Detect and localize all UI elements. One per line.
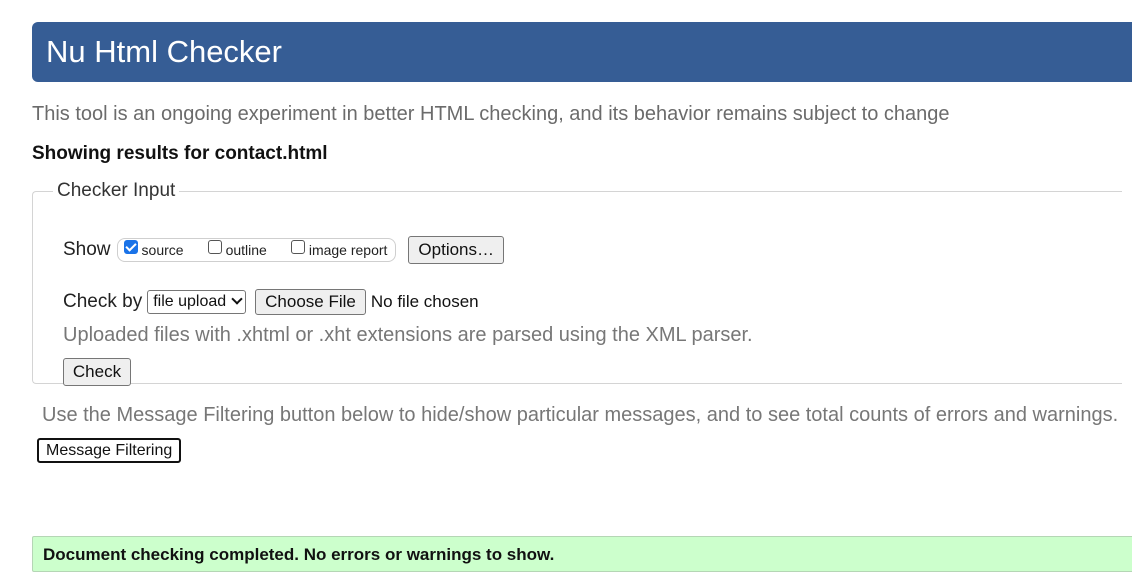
check-by-selected-value: file upload: [153, 293, 227, 310]
message-filtering-note: Use the Message Filtering button below t…: [42, 404, 1119, 426]
show-source-option[interactable]: source: [123, 240, 184, 258]
check-by-select[interactable]: file upload: [147, 290, 247, 314]
page-header: Nu Html Checker: [32, 22, 1132, 82]
image-report-checkbox-label: image report: [308, 242, 388, 258]
showing-results-heading: Showing results for contact.html: [32, 143, 328, 164]
checker-input-legend: Checker Input: [57, 180, 176, 201]
show-options-group: source outline image report: [116, 238, 397, 262]
show-outline-option[interactable]: outline: [207, 240, 267, 258]
page-title: Nu Html Checker: [46, 34, 282, 69]
image-report-checkbox[interactable]: [290, 240, 305, 254]
outline-checkbox-label: outline: [225, 242, 267, 258]
message-filtering-button[interactable]: Message Filtering: [37, 438, 182, 463]
upload-note: Uploaded files with .xhtml or .xht exten…: [63, 324, 753, 346]
show-row: Show source outline image report Options…: [63, 236, 505, 264]
result-success-banner: Document checking completed. No errors o…: [32, 536, 1132, 572]
chevron-down-icon: [231, 293, 243, 305]
options-button[interactable]: Options…: [408, 236, 505, 264]
show-label: Show: [63, 239, 111, 260]
file-status-text: No file chosen: [370, 292, 479, 311]
source-checkbox-label: source: [141, 242, 184, 258]
show-image-report-option[interactable]: image report: [290, 240, 388, 258]
check-button[interactable]: Check: [63, 358, 131, 386]
outline-checkbox[interactable]: [207, 240, 222, 254]
source-checkbox[interactable]: [123, 240, 138, 254]
checker-input-fieldset: Checker Input Show source outline image …: [32, 180, 1122, 386]
check-by-label: Check by: [63, 291, 143, 312]
check-by-row: Check by file upload Choose File No file…: [63, 288, 479, 316]
choose-file-button[interactable]: Choose File: [255, 289, 366, 315]
result-success-message: Document checking completed. No errors o…: [43, 545, 555, 564]
intro-text: This tool is an ongoing experiment in be…: [32, 103, 950, 125]
